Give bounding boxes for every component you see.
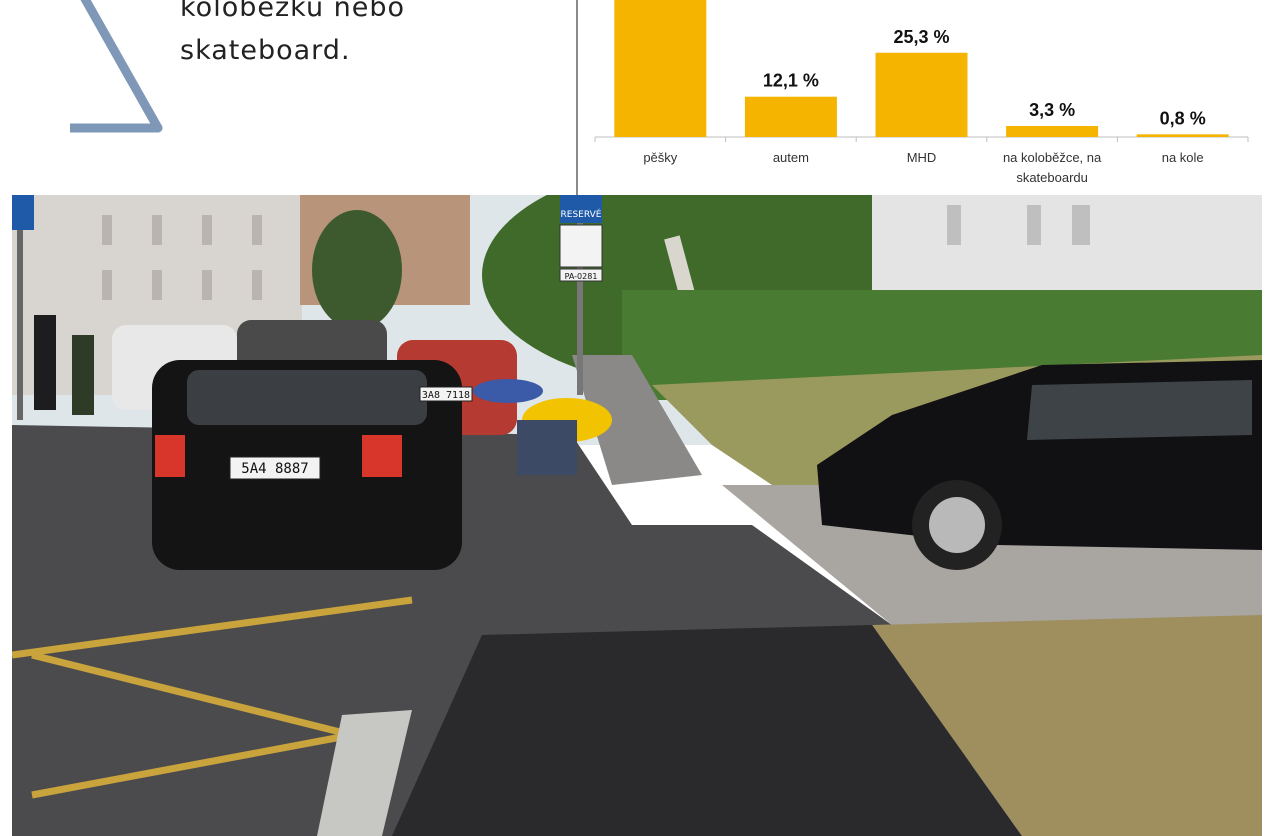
parking-sign-text: RESERVÉ: [561, 208, 602, 220]
slide-text: koloběžku nebo skateboard.: [180, 0, 560, 72]
data-label-2: 25,3 %: [893, 27, 949, 47]
left-parking-sign: [12, 195, 34, 230]
person-left: [34, 315, 56, 410]
bar-3: [1006, 126, 1099, 137]
street-photo: 5A4 8887 3A8 7118 RESERVÉ PA-0281: [12, 195, 1262, 836]
data-label-1: 12,1 %: [763, 71, 819, 91]
left-sign-pole: [17, 230, 23, 420]
tail-light-right: [362, 435, 402, 477]
bar-0: [614, 0, 707, 137]
tail-light-left: [155, 435, 185, 477]
vw-windows: [1027, 380, 1252, 440]
data-label-3: 3,3 %: [1029, 100, 1075, 120]
sitting-kids: [517, 420, 577, 475]
slide-text-line-2: skateboard.: [180, 35, 351, 66]
red-car-plate-text: 3A8 7118: [422, 390, 470, 401]
bar-2: [875, 52, 968, 137]
category-label-3-0: na koloběžce, na: [1003, 150, 1102, 165]
person-left-2: [72, 335, 94, 415]
skoda-rear-window: [187, 370, 427, 425]
category-label-1-0: autem: [773, 150, 809, 165]
sign-info-plate: [559, 224, 603, 268]
transport-bar-chart: pěšky 12,1 % autem 25,3 % MHD 3,3 % na koloběž…: [594, 0, 1249, 185]
data-label-4: 0,8 %: [1160, 108, 1206, 128]
category-label-2-0: MHD: [907, 150, 937, 165]
triangle-decoration: [70, 0, 163, 133]
category-label-0-0: pěšky: [643, 150, 677, 165]
vw-rim: [929, 497, 985, 553]
slide-text-line-1: koloběžku nebo: [180, 0, 406, 23]
bar-4: [1136, 134, 1229, 137]
category-label-3-1: skateboardu: [1016, 170, 1088, 185]
category-label-4-0: na kole: [1162, 150, 1204, 165]
tree-left: [312, 210, 402, 330]
blue-umbrella: [473, 379, 543, 403]
right-building: [872, 195, 1262, 305]
sign-id-text: PA-0281: [565, 272, 598, 281]
skoda-plate-text: 5A4 8887: [241, 461, 308, 477]
bar-1: [744, 96, 837, 137]
